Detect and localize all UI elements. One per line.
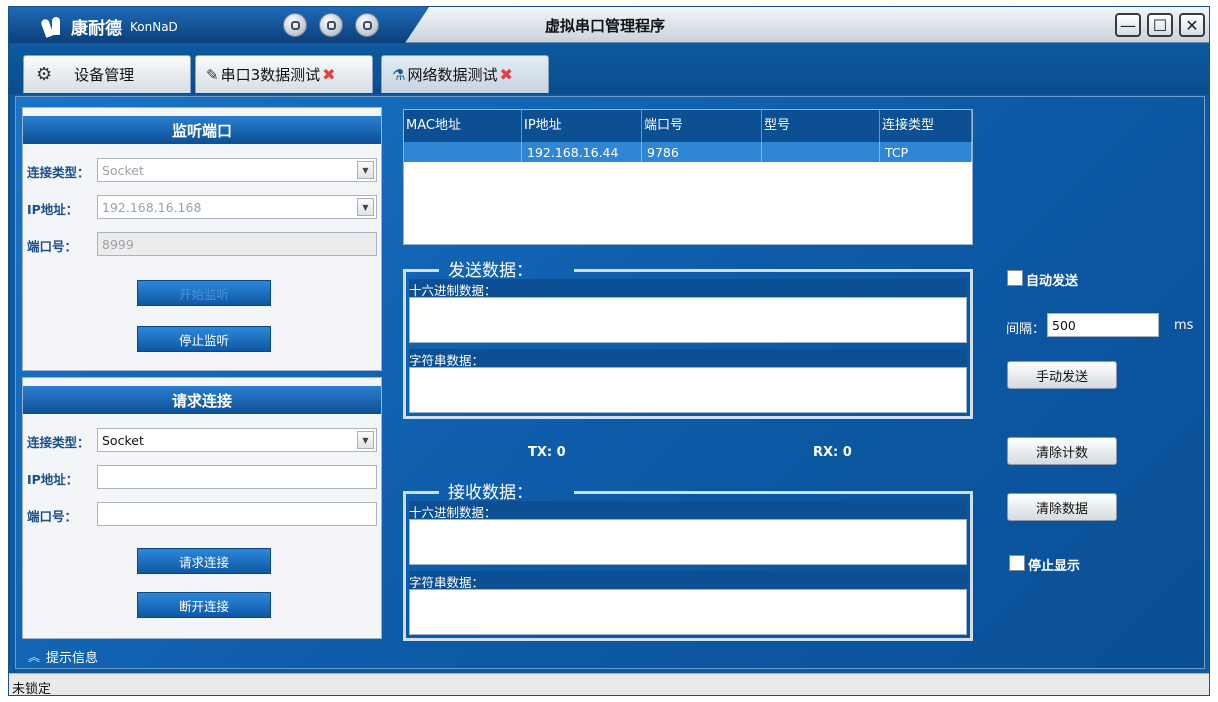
send-str-label: 字符串数据： bbox=[409, 349, 967, 368]
request-conn-type-select[interactable]: Socket ▼ bbox=[97, 428, 377, 452]
col-model[interactable]: 型号 bbox=[762, 110, 880, 142]
lock-icon[interactable] bbox=[319, 13, 343, 37]
flask-icon: ⚗ bbox=[392, 65, 406, 84]
cell-model bbox=[762, 142, 880, 162]
tab-label: 网络数据测试 bbox=[407, 66, 498, 84]
clear-data-button[interactable]: 清除数据 bbox=[1007, 493, 1117, 521]
request-connect-button[interactable]: 请求连接 bbox=[137, 548, 271, 574]
auto-send-label: 自动发送 bbox=[1026, 274, 1079, 289]
col-port[interactable]: 端口号 bbox=[642, 110, 762, 142]
auto-send-checkbox[interactable] bbox=[1007, 270, 1023, 286]
col-ip[interactable]: IP地址 bbox=[522, 110, 642, 142]
tip-label: 提示信息 bbox=[46, 651, 99, 666]
clear-count-button[interactable]: 清除计数 bbox=[1007, 437, 1117, 465]
send-title: 发送数据： bbox=[448, 261, 533, 281]
table-row[interactable]: 192.168.16.44 9786 TCP bbox=[404, 142, 972, 162]
start-listen-button[interactable]: 开始监听 bbox=[137, 280, 271, 306]
logo-area: 康耐德 KonNaD bbox=[9, 7, 429, 43]
maximize-button[interactable]: ☐ bbox=[1147, 13, 1173, 37]
chevron-up-icon: ︽ bbox=[28, 650, 41, 664]
group-border bbox=[403, 269, 439, 272]
status-bar: 未锁定 bbox=[9, 673, 1209, 695]
listen-ip-select[interactable]: 192.168.16.168 ▼ bbox=[97, 195, 377, 219]
group-border bbox=[403, 491, 439, 494]
group-border bbox=[574, 269, 973, 272]
manual-send-button[interactable]: 手动发送 bbox=[1007, 361, 1117, 389]
network-test-content: 监听端口 连接类型： Socket ▼ IP地址： 192.168.16.168… bbox=[15, 96, 1205, 669]
tab-bar: ⚙ 设备管理 ✎ 串口3数据测试 ✖ ⚗ 网络数据测试 ✖ bbox=[9, 44, 1209, 94]
table-header: MAC地址 IP地址 端口号 型号 连接类型 bbox=[404, 110, 972, 142]
request-port-field[interactable] bbox=[97, 502, 377, 526]
cell-mac bbox=[404, 142, 522, 162]
conn-type-label: 连接类型： bbox=[27, 165, 90, 180]
send-hex-input[interactable] bbox=[409, 297, 967, 343]
request-connection-panel: 请求连接 连接类型： Socket ▼ IP地址： 端口号： 请求连接 断开连接 bbox=[22, 377, 382, 639]
send-data-group: 发送数据： 十六进制数据： 字符串数据： bbox=[403, 261, 973, 419]
tab-label: 串口3数据测试 bbox=[220, 66, 321, 84]
logo-latin: KonNaD bbox=[130, 19, 178, 34]
interval-unit: ms bbox=[1174, 318, 1194, 333]
col-mac[interactable]: MAC地址 bbox=[404, 110, 522, 142]
logo-text: 康耐德 bbox=[71, 19, 122, 39]
ip-label: IP地址： bbox=[27, 202, 79, 217]
title-bar[interactable]: 康耐德 KonNaD 虚拟串口管理程序 — ☐ ✕ bbox=[9, 7, 1209, 43]
select-value: Socket bbox=[102, 163, 144, 178]
lock-icon[interactable] bbox=[283, 13, 307, 37]
brand-logo: 康耐德 KonNaD bbox=[40, 14, 178, 39]
plug-icon: ✎ bbox=[206, 65, 219, 84]
tab-close-icon[interactable]: ✖ bbox=[322, 65, 335, 84]
listen-port-field[interactable]: 8999 bbox=[97, 232, 377, 256]
cell-port: 9786 bbox=[642, 142, 762, 162]
receive-hex-output[interactable] bbox=[409, 519, 967, 565]
tab-network-test[interactable]: ⚗ 网络数据测试 ✖ bbox=[381, 55, 549, 93]
tab-close-icon[interactable]: ✖ bbox=[499, 65, 512, 84]
app-window: 康耐德 KonNaD 虚拟串口管理程序 — ☐ ✕ ⚙ 设备管理 ✎ 串口3数据… bbox=[8, 6, 1210, 696]
receive-hex-label: 十六进制数据： bbox=[409, 501, 967, 520]
tab-serial-test[interactable]: ✎ 串口3数据测试 ✖ bbox=[195, 55, 373, 93]
conn-type-label: 连接类型： bbox=[27, 435, 90, 450]
tab-device-management[interactable]: ⚙ 设备管理 bbox=[23, 55, 191, 93]
col-conn-type[interactable]: 连接类型 bbox=[880, 110, 972, 142]
group-border bbox=[574, 491, 973, 494]
panel-title: 请求连接 bbox=[23, 386, 381, 414]
gear-icon: ⚙ bbox=[36, 64, 53, 85]
receive-str-label: 字符串数据： bbox=[409, 571, 967, 590]
stop-display-label: 停止显示 bbox=[1028, 559, 1081, 574]
select-value: 192.168.16.168 bbox=[102, 200, 202, 215]
tx-counter: TX: 0 bbox=[528, 445, 566, 460]
rx-counter: RX: 0 bbox=[813, 445, 852, 460]
ip-label: IP地址： bbox=[27, 472, 79, 487]
interval-input[interactable]: 500 bbox=[1047, 313, 1159, 337]
cell-ip: 192.168.16.44 bbox=[522, 142, 642, 162]
receive-title: 接收数据： bbox=[448, 483, 533, 503]
interval-label: 间隔： bbox=[1006, 322, 1046, 337]
select-value: Socket bbox=[102, 433, 144, 448]
receive-str-output[interactable] bbox=[409, 589, 967, 635]
minimize-button[interactable]: — bbox=[1115, 13, 1141, 37]
receive-data-group: 接收数据： 十六进制数据： 字符串数据： bbox=[403, 483, 973, 641]
lock-icon[interactable] bbox=[355, 13, 379, 37]
chevron-down-icon[interactable]: ▼ bbox=[357, 431, 374, 449]
panel-title: 监听端口 bbox=[23, 116, 381, 144]
chevron-down-icon[interactable]: ▼ bbox=[357, 198, 374, 216]
close-button[interactable]: ✕ bbox=[1179, 13, 1205, 37]
disconnect-button[interactable]: 断开连接 bbox=[137, 592, 271, 618]
request-ip-field[interactable] bbox=[97, 465, 377, 489]
logo-mark-icon bbox=[40, 16, 65, 38]
stop-display-checkbox[interactable] bbox=[1009, 555, 1025, 571]
listen-conn-type-select[interactable]: Socket ▼ bbox=[97, 158, 377, 182]
cell-conn-type: TCP bbox=[880, 142, 972, 162]
device-table: MAC地址 IP地址 端口号 型号 连接类型 192.168.16.44 978… bbox=[403, 109, 973, 245]
window-title: 虚拟串口管理程序 bbox=[545, 17, 666, 35]
port-label: 端口号： bbox=[27, 509, 78, 524]
tip-info-toggle[interactable]: ︽ 提示信息 bbox=[28, 647, 98, 666]
listen-port-panel: 监听端口 连接类型： Socket ▼ IP地址： 192.168.16.168… bbox=[22, 107, 382, 371]
chevron-down-icon[interactable]: ▼ bbox=[357, 161, 374, 179]
stop-listen-button[interactable]: 停止监听 bbox=[137, 326, 271, 352]
send-hex-label: 十六进制数据： bbox=[409, 279, 967, 298]
tab-label: 设备管理 bbox=[74, 66, 135, 84]
send-str-input[interactable] bbox=[409, 367, 967, 413]
port-label: 端口号： bbox=[27, 239, 78, 254]
